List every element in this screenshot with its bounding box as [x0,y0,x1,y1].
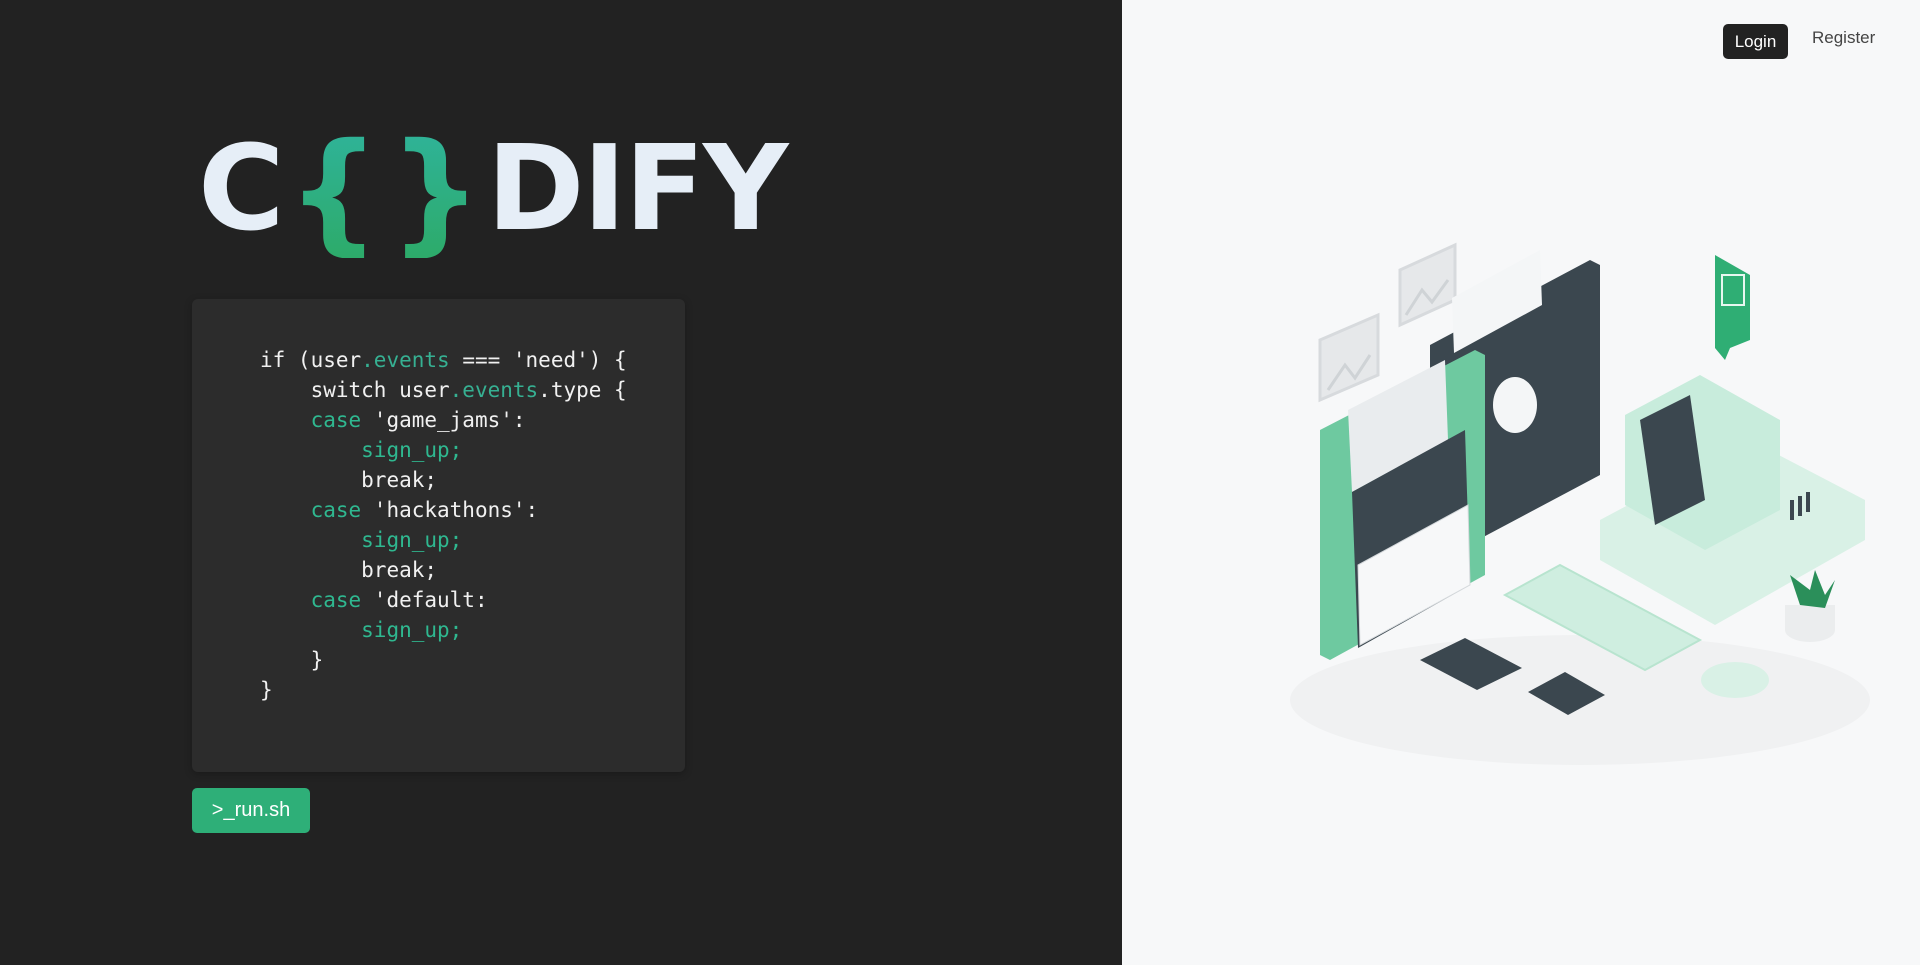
code-line: break; [260,465,627,495]
code-line: sign_up; [260,435,627,465]
code-token: sign_up; [361,438,463,462]
register-link[interactable]: Register [1812,28,1875,52]
run-script-button[interactable]: >_run.sh [192,788,310,833]
picture-frame-icon [1398,242,1457,328]
code-token: case [310,588,362,612]
code-token: 'hackathons': [361,498,539,522]
code-token: switch user [310,378,450,402]
login-button[interactable]: Login [1723,24,1788,59]
code-token: case [310,498,362,522]
code-line: break; [260,555,627,585]
codify-logo: C { } DIFY [198,115,789,269]
plant-icon [1785,570,1835,642]
code-token: .events [361,348,450,372]
code-token: === 'need') { [449,348,627,372]
save-icon [1715,255,1750,360]
code-token: .type { [538,378,627,402]
logo-brace-open: { [286,115,381,269]
code-line: sign_up; [260,525,627,555]
code-token: 'default: [361,588,488,612]
logo-suffix: DIFY [486,119,789,257]
code-token: 'game_jams': [361,408,526,432]
code-token: break; [361,558,438,582]
code-line: } [260,645,627,675]
code-snippet-card: if (user.events === 'need') { switch use… [192,299,685,772]
logo-brace-close: } [388,115,483,269]
code-token: sign_up; [361,528,463,552]
code-token: break; [361,468,438,492]
code-token: sign_up; [361,618,463,642]
code-token: if (user [260,348,362,372]
code-line: case 'game_jams': [260,405,627,435]
code-line: switch user.events.type { [260,375,627,405]
code-token: } [260,678,273,702]
code-line: if (user.events === 'need') { [260,345,627,375]
code-line: } [260,675,627,705]
retro-computer-illustration [1290,242,1870,765]
code-token: } [310,648,324,672]
mouse-icon [1701,662,1769,698]
code-line: case 'hackathons': [260,495,627,525]
floppy-disk-icon [1320,350,1485,660]
picture-frame-icon [1318,312,1380,403]
code-token: case [310,408,362,432]
left-panel: C { } DIFY if (user.events === 'need') {… [0,0,1122,965]
code-line: case 'default: [260,585,627,615]
computer-icon [1600,375,1865,625]
code-token: .events [449,378,539,402]
code-line: sign_up; [260,615,627,645]
logo-prefix: C [198,119,285,257]
code-snippet: if (user.events === 'need') { switch use… [260,345,627,705]
